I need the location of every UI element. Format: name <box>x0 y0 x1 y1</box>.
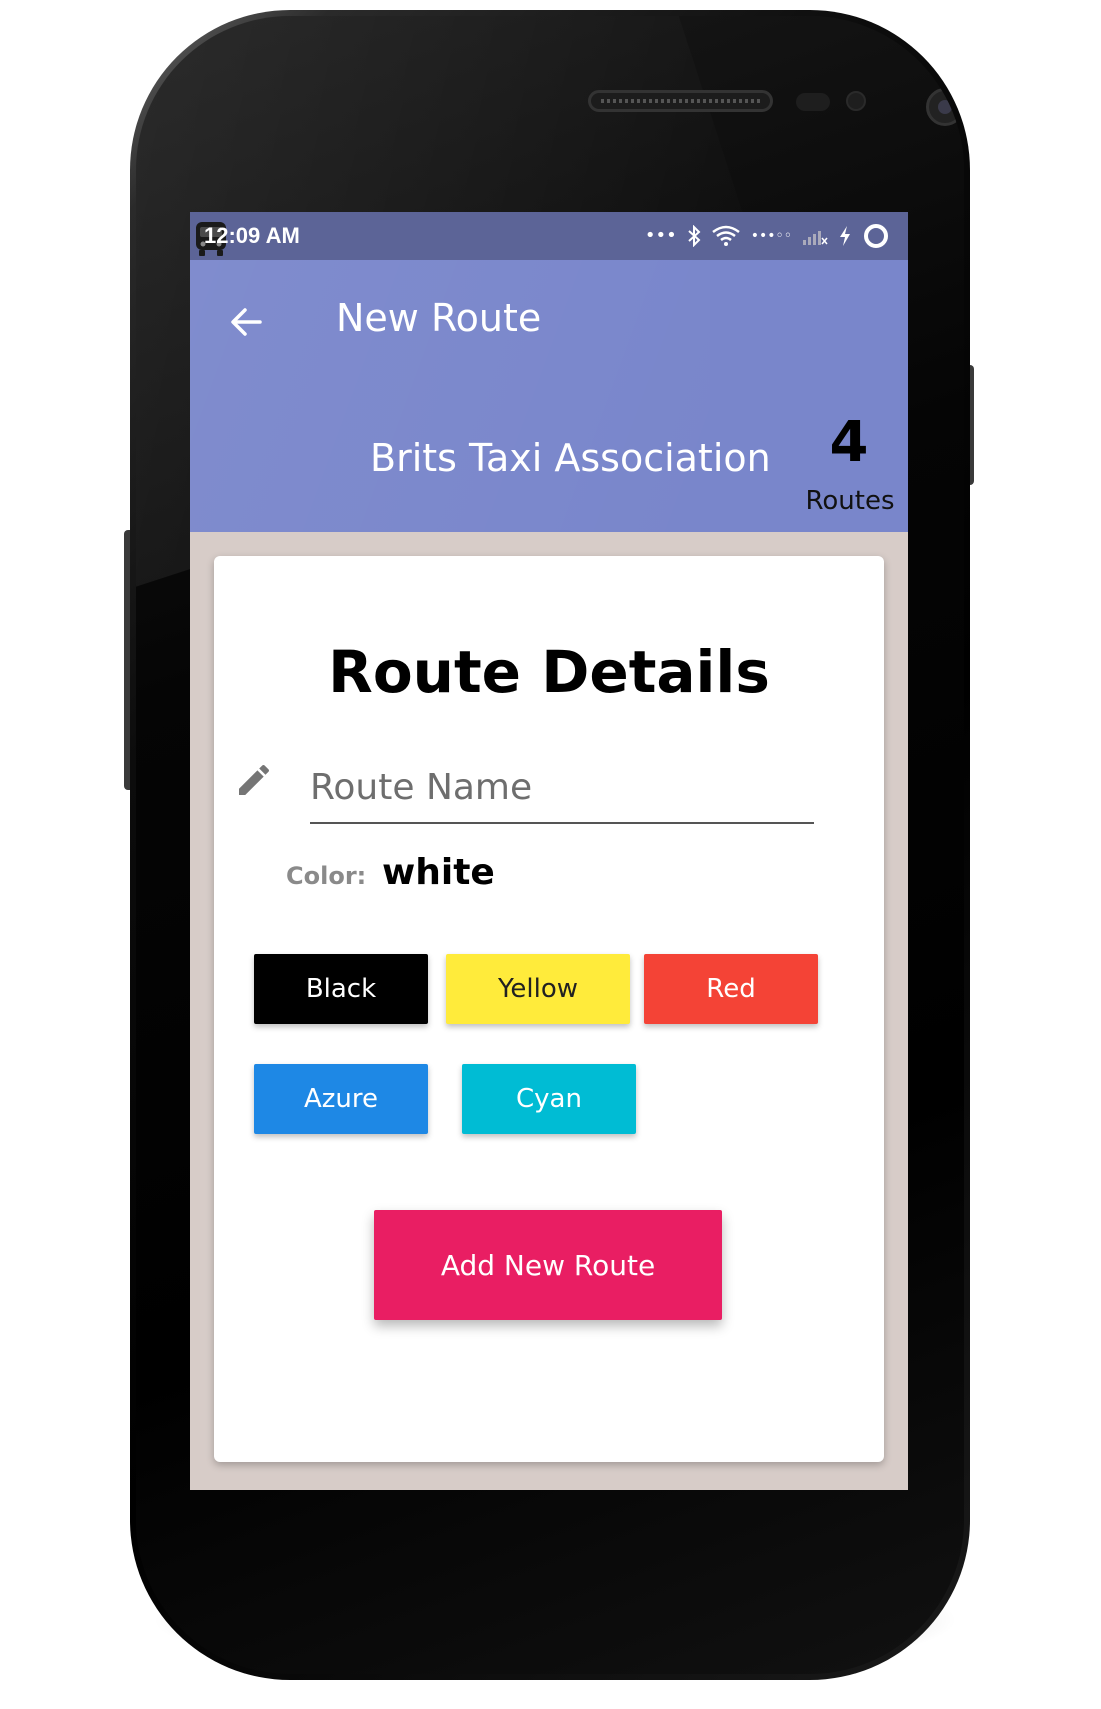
association-name: Brits Taxi Association <box>370 436 771 480</box>
front-camera <box>926 88 964 126</box>
wifi-icon <box>711 225 740 246</box>
color-button-yellow[interactable]: Yellow <box>446 954 630 1024</box>
battery-circle-icon <box>864 224 888 248</box>
route-count: 4 <box>829 410 869 475</box>
status-time: 12:09 AM <box>204 223 300 248</box>
status-icons: ••• •••◦◦ <box>645 220 890 252</box>
status-bar: 12:09 AM ••• •••◦◦ <box>190 212 908 260</box>
signal-bars-icon <box>803 231 828 245</box>
route-details-card: Route Details Color: white Black Yellow … <box>214 556 884 1462</box>
route-count-label: Routes <box>805 486 895 516</box>
app-screen: 12:09 AM ••• •••◦◦ New Route Brits Taxi … <box>190 212 908 1490</box>
bluetooth-icon <box>688 225 701 247</box>
light-sensor <box>846 91 866 111</box>
color-button-black[interactable]: Black <box>254 954 428 1024</box>
color-label: Color: <box>286 862 367 890</box>
more-dots-icon: ••• <box>644 225 677 246</box>
add-new-route-button[interactable]: Add New Route <box>374 1210 722 1320</box>
back-button[interactable] <box>220 296 272 348</box>
page-title: New Route <box>336 296 542 340</box>
selected-color-value: white <box>382 852 495 893</box>
earpiece-speaker <box>588 90 773 112</box>
arrow-back-icon <box>231 308 262 336</box>
proximity-sensor <box>796 93 830 111</box>
card-title: Route Details <box>328 638 770 706</box>
signal-dots-icon: •••◦◦ <box>750 228 792 244</box>
app-bar: New Route Brits Taxi Association 4 Route… <box>190 260 908 532</box>
pencil-icon <box>239 764 270 795</box>
color-button-red[interactable]: Red <box>644 954 818 1024</box>
color-button-cyan[interactable]: Cyan <box>462 1064 636 1134</box>
charging-icon <box>840 226 850 246</box>
color-button-azure[interactable]: Azure <box>254 1064 428 1134</box>
route-name-input[interactable] <box>310 752 814 824</box>
